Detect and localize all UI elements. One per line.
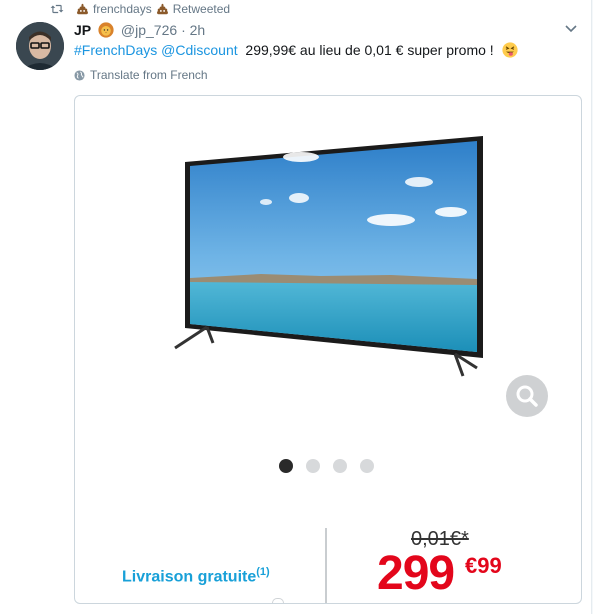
header-separator: · xyxy=(181,22,186,38)
carousel-dot-3[interactable] xyxy=(333,459,347,473)
poop-emoji-icon-2 xyxy=(156,3,168,15)
carousel-dot-2[interactable] xyxy=(306,459,320,473)
retweet-context[interactable]: frenchdays Retweeted xyxy=(50,2,230,16)
free-delivery-text: Livraison gratuite xyxy=(122,568,257,586)
tweet-timestamp[interactable]: 2h xyxy=(190,22,206,38)
poop-emoji-icon xyxy=(77,3,88,15)
mention-link[interactable]: @Cdiscount xyxy=(161,42,237,58)
tweet-media[interactable]: Livraison gratuite(1) 0,01€* 299 €99 xyxy=(74,95,582,604)
tweet-body: 299,99€ au lieu de 0,01 € super promo ! xyxy=(245,42,494,58)
author-handle[interactable]: @jp_726 xyxy=(121,22,177,38)
retweeter-name[interactable]: frenchdays xyxy=(93,2,152,16)
tweet-text: #FrenchDays @Cdiscount 299,99€ au lieu d… xyxy=(74,41,518,59)
free-delivery-label: Livraison gratuite(1) xyxy=(122,566,270,586)
lion-emoji-icon xyxy=(98,22,114,38)
translate-link[interactable]: Translate from French xyxy=(74,68,208,82)
translate-label[interactable]: Translate from French xyxy=(90,68,208,82)
carousel-dot-1[interactable] xyxy=(279,459,293,473)
price-divider xyxy=(325,528,327,603)
retweet-icon xyxy=(50,4,64,14)
carousel-dots xyxy=(279,459,387,473)
magnifier-icon xyxy=(516,385,538,407)
retweeted-label: Retweeted xyxy=(172,2,231,16)
free-delivery-footnote: (1) xyxy=(256,566,270,578)
author-name[interactable]: JP xyxy=(74,22,91,38)
carousel-dot-4[interactable] xyxy=(360,459,374,473)
new-price-cents: €99 xyxy=(465,553,502,578)
hashtag-link[interactable]: #FrenchDays xyxy=(74,42,157,58)
new-price: 299 xyxy=(377,547,455,600)
tweet-card[interactable]: frenchdays Retweeted JP @jp_726 · 2h #Fr… xyxy=(0,0,592,614)
television-image xyxy=(174,136,483,377)
tweet-header: JP @jp_726 · 2h xyxy=(74,21,205,39)
zoom-button[interactable] xyxy=(506,375,548,417)
bottom-handle xyxy=(272,598,284,603)
chevron-down-icon[interactable] xyxy=(565,25,577,33)
tongue-wink-emoji-icon xyxy=(501,42,518,58)
globe-icon xyxy=(74,69,85,81)
avatar[interactable] xyxy=(16,22,64,70)
avatar-photo xyxy=(16,22,64,70)
